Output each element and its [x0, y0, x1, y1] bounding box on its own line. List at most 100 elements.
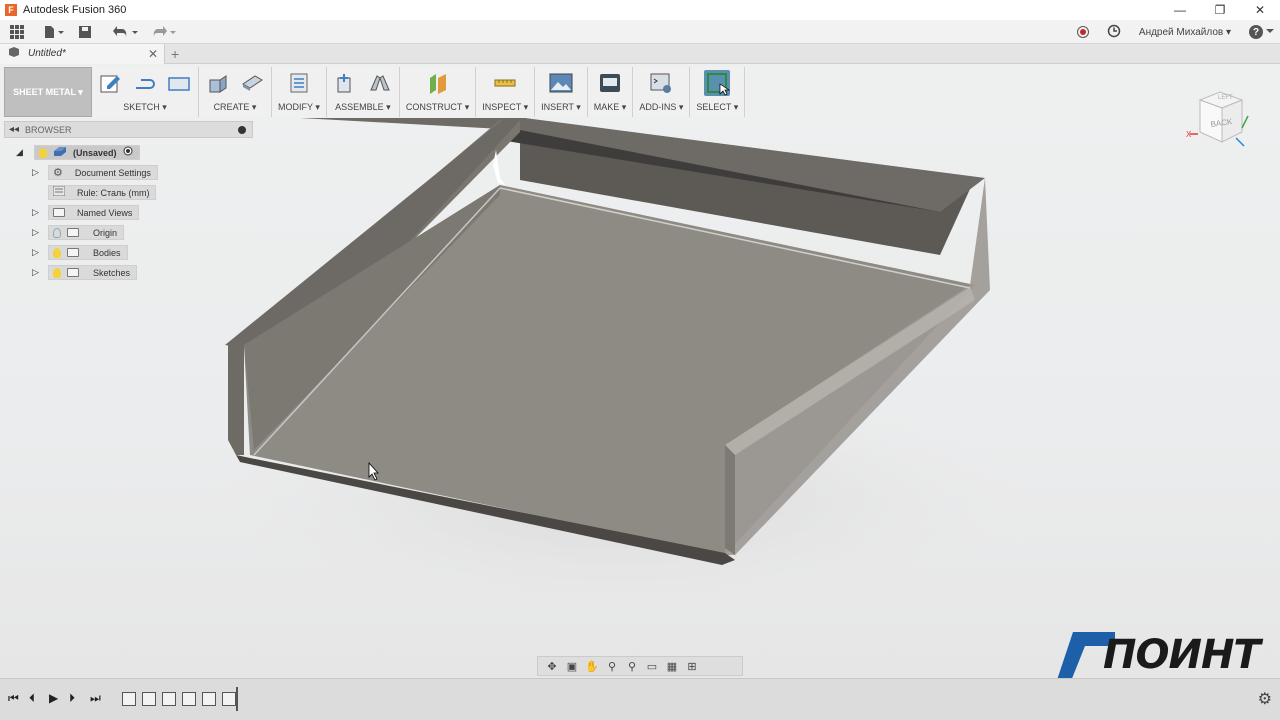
timeline-flange-feature-icon[interactable] [182, 692, 196, 706]
timeline-settings-gear-icon[interactable]: ⚙ [1258, 689, 1272, 709]
display-settings-icon[interactable]: ▭ [644, 659, 660, 673]
grid-settings-icon[interactable]: ▦ [664, 659, 680, 673]
user-account-menu[interactable]: Андрей Михайлов ▾ [1139, 27, 1231, 38]
minimize-button[interactable]: — [1160, 0, 1200, 20]
expand-triangle-icon[interactable]: ▷ [32, 247, 42, 258]
ribbon-toolbar: SHEET METAL ▾ SKETCH ▾ CREATE ▾ MODIFY ▾… [4, 67, 746, 117]
make-menu[interactable]: MAKE ▾ [594, 102, 627, 113]
close-button[interactable]: ✕ [1240, 0, 1280, 20]
visibility-bulb-icon[interactable] [39, 147, 47, 158]
fusion-app-icon: F [5, 4, 17, 16]
select-menu[interactable]: SELECT ▾ [696, 102, 738, 113]
sheet-metal-rule-icon[interactable] [239, 70, 265, 96]
help-glyph: ? [1249, 25, 1263, 39]
timeline-play-icon[interactable]: ▶ [49, 691, 58, 705]
job-status-clock-icon[interactable] [1107, 24, 1121, 41]
tab-untitled[interactable]: Untitled* ✕ [0, 43, 165, 64]
insert-image-icon[interactable] [548, 70, 574, 96]
timeline-next-icon[interactable]: ⏵ [69, 691, 75, 706]
tree-item-document-settings[interactable]: ▷ ⚙ Document Settings [32, 165, 158, 180]
construct-menu[interactable]: CONSTRUCT ▾ [406, 102, 469, 113]
undo-icon[interactable] [106, 20, 146, 44]
visibility-bulb-off-icon[interactable] [53, 227, 61, 238]
group-select: SELECT ▾ [690, 67, 746, 117]
timeline-bar: ⏮ ⏴ ▶ ⏵ ⏭ ⚙ [0, 678, 1280, 720]
expand-triangle-icon[interactable]: ▷ [32, 167, 42, 178]
save-icon[interactable] [74, 20, 96, 44]
tree-item-rule[interactable]: Rule: Сталь (mm) [48, 185, 157, 200]
viewcube[interactable]: BACK LEFT X [1186, 86, 1256, 156]
fit-zoom-window-icon[interactable]: ⚲ [624, 659, 640, 673]
timeline-flange-feature-icon[interactable] [202, 692, 216, 706]
window-title: Autodesk Fusion 360 [23, 4, 127, 16]
logo-text: ПОИНТ [1103, 632, 1261, 678]
canvas-viewport[interactable] [0, 64, 1280, 678]
modify-icon[interactable] [286, 70, 312, 96]
rule-icon [52, 185, 66, 199]
axis-x-label: X [1186, 130, 1192, 139]
origin-label: Origin [93, 227, 118, 238]
timeline-marker[interactable] [236, 687, 238, 711]
expand-triangle-icon[interactable]: ▷ [32, 207, 42, 218]
modify-menu[interactable]: MODIFY ▾ [278, 102, 320, 113]
joint-icon[interactable] [367, 70, 393, 96]
data-panel-grid-icon[interactable] [0, 20, 34, 44]
offset-plane-icon[interactable] [425, 70, 451, 96]
help-icon[interactable]: ? [1249, 25, 1274, 39]
tree-item-named-views[interactable]: ▷ Named Views [32, 205, 140, 220]
group-sketch: SKETCH ▾ [92, 67, 199, 117]
select-arrow-icon[interactable] [704, 70, 731, 96]
zoom-icon[interactable]: ⚲ [604, 659, 620, 673]
file-menu-icon[interactable] [34, 20, 74, 44]
create-menu[interactable]: CREATE ▾ [214, 102, 257, 113]
bodies-label: Bodies [93, 247, 121, 258]
close-tab-icon[interactable]: ✕ [148, 47, 158, 61]
expand-triangle-icon[interactable]: ▷ [32, 267, 42, 278]
tree-item-origin[interactable]: ▷ Origin [32, 225, 125, 240]
record-icon[interactable] [1076, 26, 1089, 38]
sheet-metal-tray-model [200, 118, 1040, 620]
3d-print-icon[interactable] [597, 70, 623, 96]
timeline-end-icon[interactable]: ⏭ [90, 691, 101, 706]
expand-triangle-icon[interactable]: ▷ [32, 227, 42, 238]
insert-menu[interactable]: INSERT ▾ [541, 102, 581, 113]
timeline-flange-feature-icon[interactable] [142, 692, 156, 706]
timeline-start-icon[interactable]: ⏮ [8, 691, 19, 706]
redo-icon[interactable] [146, 20, 182, 44]
restore-button[interactable]: ❐ [1200, 0, 1240, 20]
create-sketch-icon[interactable] [98, 70, 124, 96]
gear-icon: ⚙ [53, 167, 63, 179]
collapse-triangle-icon[interactable]: ◢ [16, 147, 26, 158]
measure-icon[interactable] [492, 70, 518, 96]
group-insert: INSERT ▾ [535, 67, 588, 117]
orbit-icon[interactable]: ✥ [544, 659, 560, 673]
sketch-menu[interactable]: SKETCH ▾ [123, 102, 167, 113]
timeline-sketch-feature-icon[interactable] [122, 692, 136, 706]
assemble-menu[interactable]: ASSEMBLE ▾ [335, 102, 391, 113]
viewports-icon[interactable]: ⊞ [684, 659, 700, 673]
visibility-bulb-icon[interactable] [53, 267, 61, 278]
tree-item-bodies[interactable]: ▷ Bodies [32, 245, 128, 260]
timeline-flange-feature-icon[interactable] [222, 692, 236, 706]
inspect-menu[interactable]: INSPECT ▾ [482, 102, 528, 113]
look-at-icon[interactable]: ▣ [564, 659, 580, 673]
line-icon[interactable] [132, 70, 158, 96]
tree-item-sketches[interactable]: ▷ Sketches [32, 265, 138, 280]
workspace-switcher[interactable]: SHEET METAL ▾ [4, 67, 92, 117]
tree-root[interactable]: ◢ (Unsaved) [16, 145, 140, 160]
collapse-browser-icon[interactable]: ◂◂ [9, 124, 19, 135]
pan-hand-icon[interactable]: ✋ [584, 659, 600, 673]
flange-icon[interactable] [205, 70, 231, 96]
browser-panel-header[interactable]: ◂◂ BROWSER [4, 121, 253, 138]
folder-icon [67, 228, 79, 237]
timeline-flange-feature-icon[interactable] [162, 692, 176, 706]
rectangle-icon[interactable] [166, 70, 192, 96]
scripts-add-ins-icon[interactable] [648, 70, 674, 96]
browser-toggle-icon[interactable] [238, 125, 246, 134]
new-tab-button[interactable]: + [171, 46, 179, 62]
activate-radio-icon[interactable] [123, 146, 133, 159]
timeline-back-icon[interactable]: ⏴ [29, 691, 35, 706]
add-ins-menu[interactable]: ADD-INS ▾ [639, 102, 683, 113]
new-component-icon[interactable] [333, 70, 359, 96]
visibility-bulb-icon[interactable] [53, 247, 61, 258]
